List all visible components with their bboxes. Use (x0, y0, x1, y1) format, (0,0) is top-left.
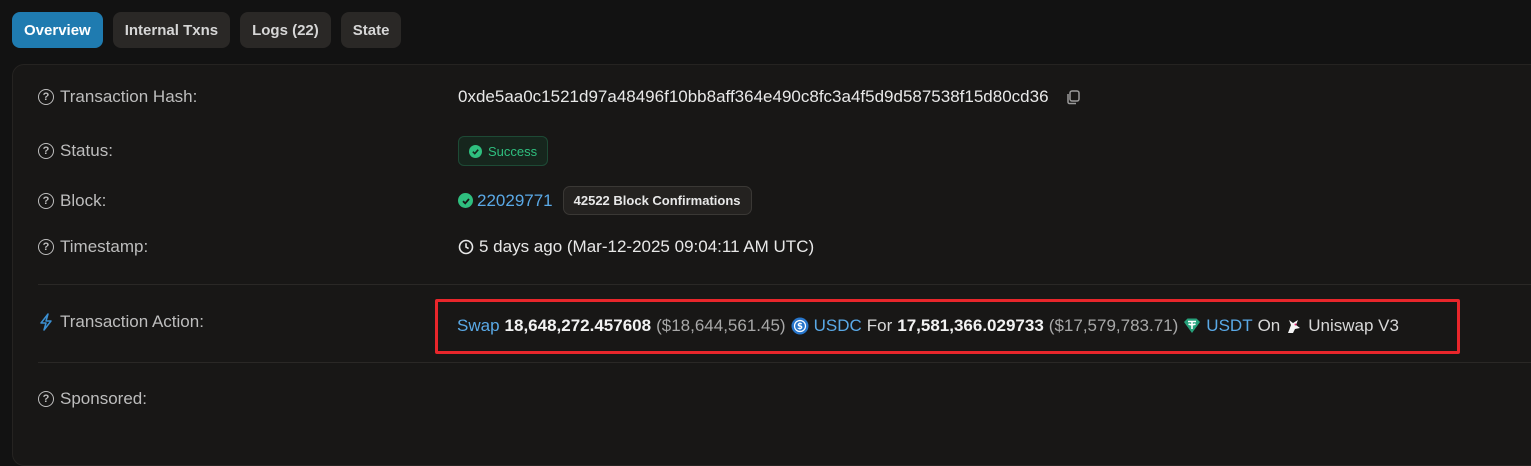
on-word: On (1257, 316, 1281, 335)
lightning-icon (40, 313, 52, 331)
label-text: Timestamp: (60, 237, 149, 256)
tab-logs[interactable]: Logs (22) (240, 12, 331, 48)
dex-name: Uniswap V3 (1308, 316, 1399, 335)
row-sponsored: ? Sponsored: (38, 389, 1531, 409)
block-confirmations-badge: 42522 Block Confirmations (562, 186, 752, 215)
svg-text:$: $ (797, 322, 803, 332)
clock-icon (458, 239, 474, 255)
check-circle-icon (469, 144, 482, 158)
divider (38, 362, 1531, 363)
usd-out: ($17,579,783.71) (1048, 316, 1179, 335)
amount-out: 17,581,366.029733 (897, 316, 1044, 335)
tab-bar: Overview Internal Txns Logs (22) State (12, 12, 402, 48)
row-block: ? Block: 22029771 42522 Block Confirmati… (38, 186, 1531, 215)
transaction-details-card: ? Transaction Hash: 0xde5aa0c1521d97a484… (12, 64, 1531, 466)
label-sponsored: ? Sponsored: (38, 389, 458, 409)
usd-in: ($18,644,561.45) (656, 316, 786, 335)
transaction-hash-value: 0xde5aa0c1521d97a48496f10bb8aff364e490c8… (458, 87, 1081, 107)
usdc-token-icon: $ (791, 317, 809, 335)
label-timestamp: ? Timestamp: (38, 237, 458, 257)
question-circle-icon[interactable]: ? (38, 89, 54, 105)
question-circle-icon[interactable]: ? (38, 143, 54, 159)
hash-text: 0xde5aa0c1521d97a48496f10bb8aff364e490c8… (458, 87, 1049, 106)
label-status: ? Status: (38, 141, 458, 161)
action-verb: Swap (457, 316, 500, 335)
question-circle-icon[interactable]: ? (38, 391, 54, 407)
label-text: Block: (60, 190, 107, 210)
uniswap-unicorn-icon (1288, 320, 1301, 333)
copy-icon[interactable] (1065, 89, 1081, 105)
tab-overview[interactable]: Overview (12, 12, 103, 48)
label-block: ? Block: (38, 191, 458, 211)
timestamp-text: 5 days ago (Mar-12-2025 09:04:11 AM UTC) (479, 237, 815, 256)
token-out-link[interactable]: USDT (1206, 316, 1252, 336)
row-timestamp: ? Timestamp: 5 days ago (Mar-12-2025 09:… (38, 237, 1531, 257)
label-text: Status: (60, 141, 113, 160)
block-number-link[interactable]: 22029771 (477, 191, 553, 211)
question-circle-icon[interactable]: ? (38, 239, 54, 255)
token-in-link[interactable]: USDC (814, 316, 862, 336)
amount-in: 18,648,272.457608 (504, 316, 652, 335)
usdt-token-icon (1184, 318, 1201, 333)
row-transaction-hash: ? Transaction Hash: 0xde5aa0c1521d97a484… (38, 87, 1531, 107)
check-circle-icon (458, 193, 473, 208)
label-transaction-hash: ? Transaction Hash: (38, 87, 458, 107)
divider (38, 284, 1531, 285)
tab-internal-txns[interactable]: Internal Txns (112, 12, 231, 48)
status-badge: Success (458, 136, 549, 166)
for-word: For (866, 316, 893, 335)
label-text: Transaction Hash: (60, 87, 198, 106)
row-status: ? Status: Success (38, 136, 1531, 166)
question-circle-icon[interactable]: ? (38, 192, 54, 209)
label-text: Sponsored: (60, 389, 147, 408)
label-text: Transaction Action: (60, 312, 204, 331)
status-text: Success (488, 143, 538, 159)
label-transaction-action: Transaction Action: (38, 312, 458, 332)
transaction-action-value: Swap 18,648,272.457608 ($18,644,561.45) … (457, 316, 1399, 336)
tab-state[interactable]: State (340, 12, 402, 48)
